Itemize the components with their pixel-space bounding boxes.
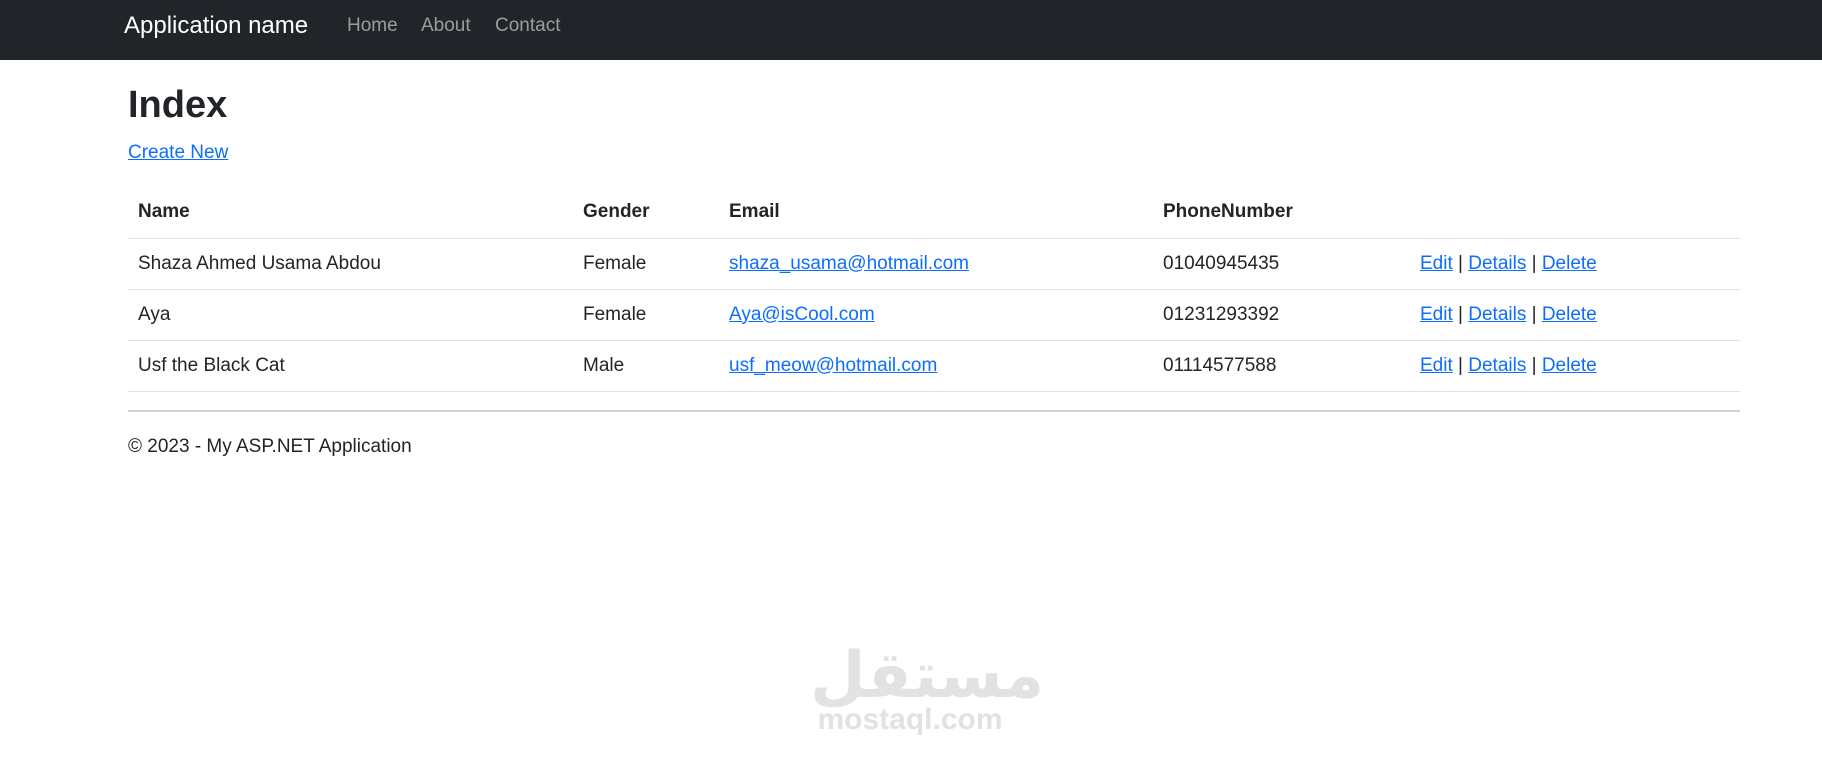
table-body: Shaza Ahmed Usama Abdou Female shaza_usa… — [128, 238, 1740, 392]
header-phone: PhoneNumber — [1153, 187, 1410, 239]
nav-link-contact[interactable]: Contact — [495, 15, 560, 37]
edit-link[interactable]: Edit — [1420, 253, 1453, 274]
delete-link[interactable]: Delete — [1542, 355, 1597, 376]
separator: | — [1458, 252, 1463, 274]
delete-link[interactable]: Delete — [1542, 304, 1597, 325]
cell-email: usf_meow@hotmail.com — [719, 340, 1153, 392]
header-name: Name — [128, 187, 573, 239]
table-header: Name Gender Email PhoneNumber — [128, 187, 1740, 239]
cell-phone: 01114577588 — [1153, 340, 1410, 392]
cell-gender: Male — [573, 340, 719, 392]
email-link[interactable]: shaza_usama@hotmail.com — [729, 253, 969, 274]
page-title: Index — [128, 84, 228, 126]
nav-link-about[interactable]: About — [421, 15, 471, 37]
cell-name: Usf the Black Cat — [128, 340, 573, 392]
table-header-row: Name Gender Email PhoneNumber — [128, 187, 1740, 239]
details-link[interactable]: Details — [1468, 355, 1526, 376]
cell-name: Aya — [128, 289, 573, 341]
delete-link[interactable]: Delete — [1542, 253, 1597, 274]
cell-actions: Edit | Details | Delete — [1410, 340, 1740, 392]
watermark-latin-text: mostaql.com — [817, 703, 1003, 736]
header-email: Email — [719, 187, 1153, 239]
edit-link[interactable]: Edit — [1420, 304, 1453, 325]
table-row: Aya Female Aya@isCool.com 01231293392 Ed… — [128, 289, 1740, 341]
details-link[interactable]: Details — [1468, 253, 1526, 274]
header-actions — [1410, 187, 1740, 239]
cell-actions: Edit | Details | Delete — [1410, 289, 1740, 341]
cell-email: shaza_usama@hotmail.com — [719, 238, 1153, 290]
table-row: Shaza Ahmed Usama Abdou Female shaza_usa… — [128, 238, 1740, 290]
watermark-arabic-text: مستقل — [810, 639, 1045, 711]
cell-phone: 01231293392 — [1153, 289, 1410, 341]
cell-name: Shaza Ahmed Usama Abdou — [128, 238, 573, 290]
header-gender: Gender — [573, 187, 719, 239]
footer-divider — [128, 410, 1740, 412]
separator: | — [1531, 303, 1537, 325]
brand-link[interactable]: Application name — [124, 12, 308, 40]
separator: | — [1458, 303, 1463, 325]
cell-actions: Edit | Details | Delete — [1410, 238, 1740, 290]
cell-gender: Female — [573, 238, 719, 290]
top-navbar: Application name Home About Contact — [0, 0, 1822, 60]
cell-email: Aya@isCool.com — [719, 289, 1153, 341]
cell-gender: Female — [573, 289, 719, 341]
separator: | — [1531, 252, 1537, 274]
people-table: Name Gender Email PhoneNumber Shaza Ahme… — [128, 187, 1740, 392]
edit-link[interactable]: Edit — [1420, 355, 1453, 376]
footer-text: © 2023 - My ASP.NET Application — [128, 436, 412, 457]
separator: | — [1531, 354, 1537, 376]
details-link[interactable]: Details — [1468, 304, 1526, 325]
create-new-link[interactable]: Create New — [128, 142, 228, 164]
email-link[interactable]: Aya@isCool.com — [729, 304, 875, 325]
table-row: Usf the Black Cat Male usf_meow@hotmail.… — [128, 340, 1740, 392]
cell-phone: 01040945435 — [1153, 238, 1410, 290]
email-link[interactable]: usf_meow@hotmail.com — [729, 355, 937, 376]
nav-link-home[interactable]: Home — [347, 15, 398, 37]
separator: | — [1458, 354, 1463, 376]
